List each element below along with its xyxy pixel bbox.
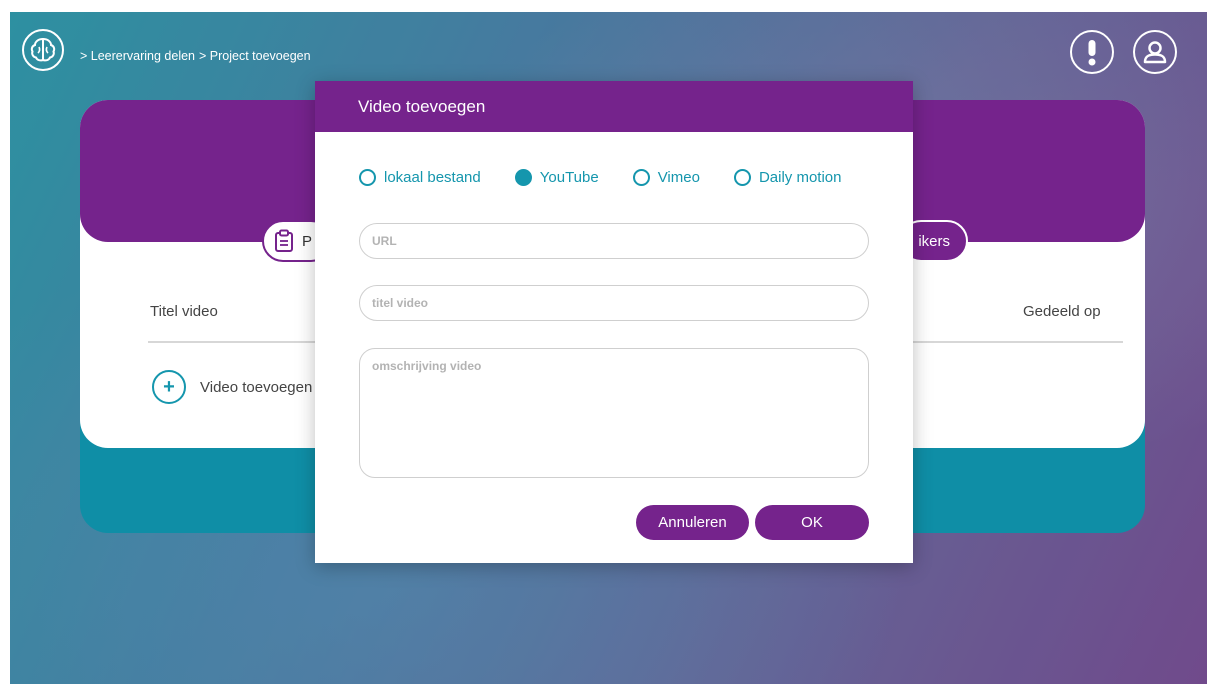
radio-local-file[interactable]: lokaal bestand <box>359 169 481 186</box>
add-video-dialog: Video toevoegen lokaal bestand YouTube V… <box>315 81 913 563</box>
radio-youtube-label: YouTube <box>539 169 599 186</box>
dialog-title: Video toevoegen <box>358 96 486 116</box>
radio-dailymotion[interactable]: Daily motion <box>733 169 842 186</box>
radio-dailymotion-dot[interactable] <box>733 169 751 186</box>
dialog-header: Video toevoegen <box>315 81 913 132</box>
video-title-input[interactable] <box>359 285 869 321</box>
radio-local-file-label: lokaal bestand <box>384 169 481 186</box>
radio-local-file-dot[interactable] <box>359 169 376 186</box>
cancel-button[interactable]: Annuleren <box>636 505 749 540</box>
app-background: > Leerervaring delen > Project toevoegen… <box>10 12 1207 684</box>
url-input[interactable] <box>359 223 869 259</box>
radio-vimeo-label: Vimeo <box>657 169 700 186</box>
radio-dailymotion-label: Daily motion <box>758 169 842 186</box>
radio-vimeo-dot[interactable] <box>632 169 650 186</box>
ok-button[interactable]: OK <box>755 505 869 540</box>
radio-youtube-dot[interactable] <box>514 169 532 186</box>
video-description-textarea[interactable] <box>359 348 869 478</box>
video-source-radio-group: lokaal bestand YouTube Vimeo Daily motio… <box>359 169 841 186</box>
radio-vimeo[interactable]: Vimeo <box>632 169 700 186</box>
radio-youtube[interactable]: YouTube <box>514 169 599 186</box>
